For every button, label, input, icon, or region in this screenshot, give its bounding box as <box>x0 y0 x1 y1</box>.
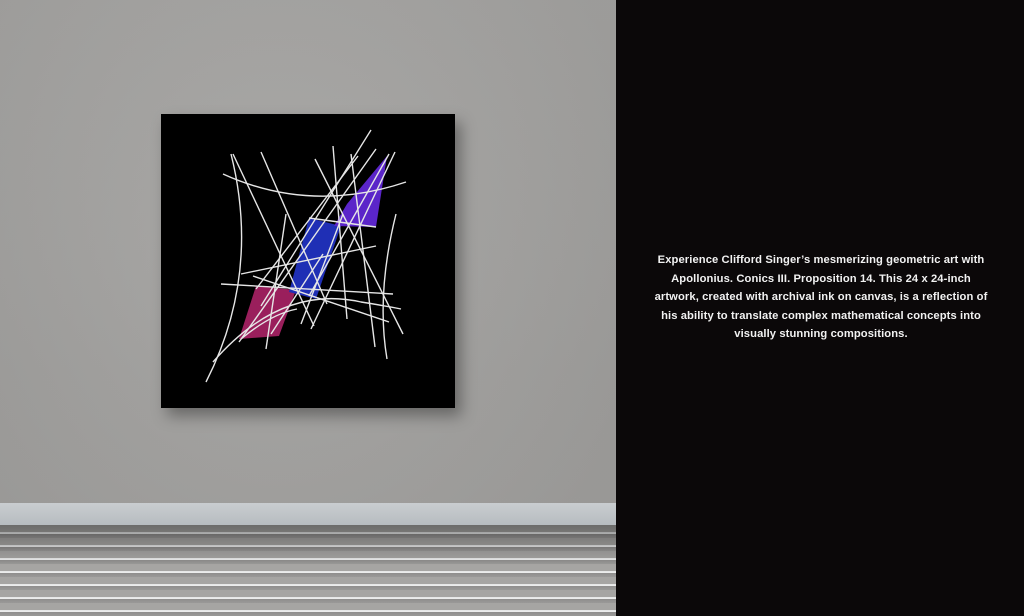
geometric-artwork <box>205 129 407 383</box>
artwork-description: Experience Clifford Singer’s mesmerizing… <box>654 254 988 341</box>
shelf-ledge <box>0 503 616 525</box>
shelf-shadow <box>0 525 616 565</box>
gallery-wall <box>0 0 616 616</box>
artwork-canvas[interactable] <box>161 114 455 408</box>
